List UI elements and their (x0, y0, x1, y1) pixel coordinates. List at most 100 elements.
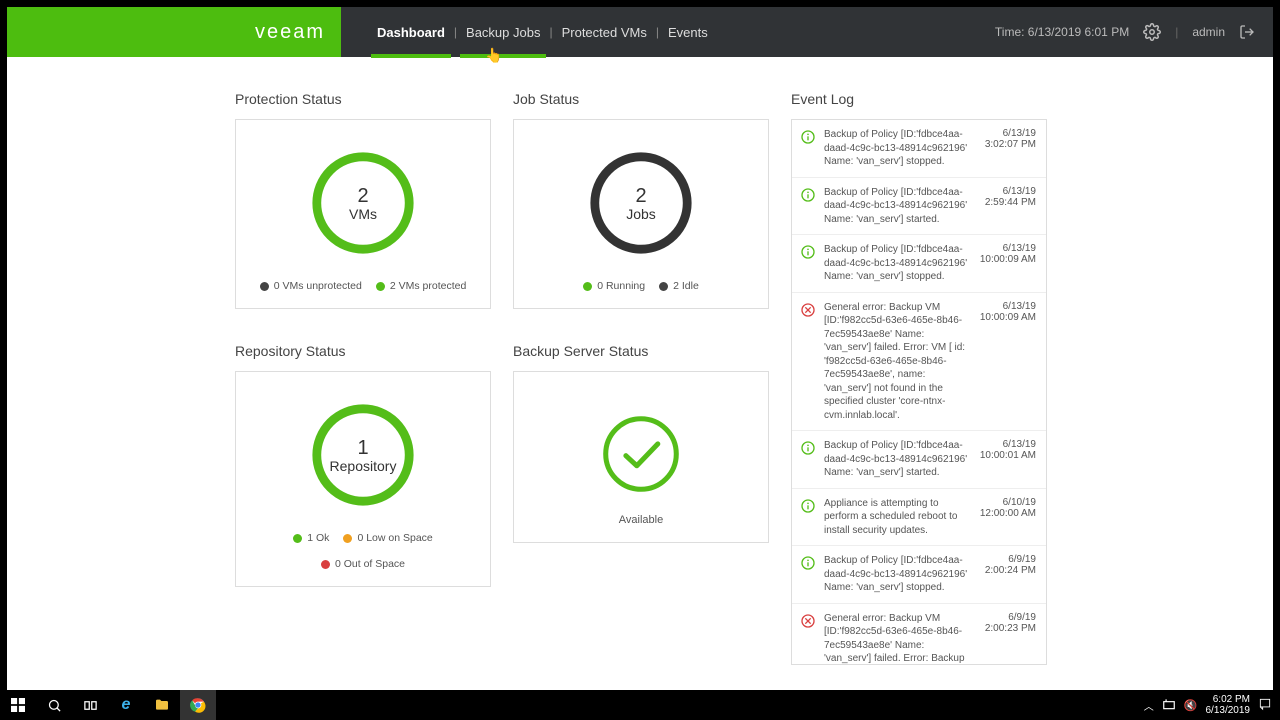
nav-separator: | (451, 25, 460, 39)
error-icon (800, 302, 816, 318)
logo-text: veeam (255, 21, 325, 44)
legend-text: 0 VMs unprotected (274, 280, 362, 292)
nav-protected-vms[interactable]: Protected VMs (556, 7, 653, 57)
event-message: Appliance is attempting to perform a sch… (824, 497, 968, 538)
nav-separator: | (653, 25, 662, 39)
protection-status-title: Protection Status (235, 91, 491, 107)
event-timestamp: 6/13/1910:00:09 AM (976, 301, 1036, 423)
info-icon (800, 498, 816, 514)
event-message: Backup of Policy [ID:'fdbce4aa-daad-4c9c… (824, 243, 968, 284)
tray-volume-icon[interactable]: 🔇 (1184, 699, 1198, 712)
topbar-separator: | (1175, 25, 1178, 39)
repository-status-count: 1 (357, 437, 368, 460)
legend-item: 0 VMs unprotected (260, 280, 362, 292)
protection-status-donut: 2 VMs (308, 148, 418, 258)
protection-status-card[interactable]: 2 VMs 0 VMs unprotected 2 VMs protected (235, 119, 491, 309)
job-status-title: Job Status (513, 91, 769, 107)
legend-item: 0 Low on Space (343, 532, 432, 544)
user-name[interactable]: admin (1192, 25, 1225, 39)
info-icon (800, 129, 816, 145)
event-message: Backup of Policy [ID:'fdbce4aa-daad-4c9c… (824, 186, 968, 227)
legend-dot-icon (293, 534, 302, 543)
job-status-count: 2 (635, 185, 646, 208)
legend-item: 2 VMs protected (376, 280, 466, 292)
nav-separator: | (546, 25, 555, 39)
topbar-right: Time: 6/13/2019 6:01 PM | admin (995, 23, 1273, 41)
nav-backup-jobs[interactable]: Backup Jobs (460, 7, 546, 57)
logout-icon[interactable] (1239, 24, 1255, 40)
tray-clock[interactable]: 6:02 PM 6/13/2019 (1206, 694, 1251, 716)
legend-dot-icon (376, 282, 385, 291)
event-timestamp: 6/13/192:59:44 PM (976, 186, 1036, 227)
search-icon[interactable] (36, 690, 72, 720)
tray-notifications-icon[interactable] (1258, 697, 1272, 714)
job-status-legend: 0 Running 2 Idle (583, 280, 699, 292)
job-status-label: Jobs (626, 206, 656, 222)
start-button[interactable] (0, 690, 36, 720)
task-view-icon[interactable] (72, 690, 108, 720)
main-nav: Dashboard | Backup Jobs | Protected VMs … (341, 7, 714, 57)
legend-text: 0 Out of Space (335, 558, 405, 570)
event-timestamp: 6/9/192:00:23 PM (976, 612, 1036, 666)
nav-dashboard[interactable]: Dashboard (371, 7, 451, 57)
event-message: Backup of Policy [ID:'fdbce4aa-daad-4c9c… (824, 554, 968, 595)
info-icon (800, 187, 816, 203)
nav-events[interactable]: Events (662, 7, 714, 57)
event-log-item[interactable]: General error: Backup VM [ID:'f982cc5d-6… (792, 293, 1046, 432)
protection-status-label: VMs (349, 206, 377, 222)
event-log-item[interactable]: Backup of Policy [ID:'fdbce4aa-daad-4c9c… (792, 546, 1046, 604)
protection-status-count: 2 (357, 185, 368, 208)
windows-taskbar: e ︿ 🔇 6:02 PM 6/13/2019 (0, 690, 1280, 720)
check-icon (599, 412, 683, 496)
file-explorer-icon[interactable] (144, 690, 180, 720)
chrome-icon[interactable] (180, 690, 216, 720)
event-log-item[interactable]: Backup of Policy [ID:'fdbce4aa-daad-4c9c… (792, 431, 1046, 489)
legend-item: 0 Running (583, 280, 645, 292)
legend-text: 0 Low on Space (357, 532, 432, 544)
gear-icon[interactable] (1143, 23, 1161, 41)
event-log-item[interactable]: Backup of Policy [ID:'fdbce4aa-daad-4c9c… (792, 235, 1046, 293)
info-icon (800, 244, 816, 260)
event-log-title: Event Log (791, 91, 1047, 107)
legend-item: 0 Out of Space (321, 558, 405, 570)
backup-server-status-card[interactable]: Available (513, 371, 769, 543)
event-log-item[interactable]: Appliance is attempting to perform a sch… (792, 489, 1046, 547)
legend-dot-icon (343, 534, 352, 543)
repository-status-label: Repository (330, 458, 397, 474)
event-timestamp: 6/10/1912:00:00 AM (976, 497, 1036, 538)
column-middle: Job Status 2 Jobs 0 Running2 Idle Backup… (513, 91, 769, 690)
event-log-item[interactable]: General error: Backup VM [ID:'f982cc5d-6… (792, 604, 1046, 666)
event-timestamp: 6/13/193:02:07 PM (976, 128, 1036, 169)
repository-status-legend: 1 Ok 0 Low on Space 0 Out of Space (248, 532, 478, 570)
legend-text: 2 Idle (673, 280, 699, 292)
event-log-item[interactable]: Backup of Policy [ID:'fdbce4aa-daad-4c9c… (792, 120, 1046, 178)
tray-network-icon[interactable] (1162, 697, 1176, 714)
job-status-donut: 2 Jobs (586, 148, 696, 258)
info-icon (800, 555, 816, 571)
topbar: veeam Dashboard | Backup Jobs | Protecte… (7, 7, 1273, 57)
repository-status-card[interactable]: 1 Repository 1 Ok 0 Low on Space 0 Out of … (235, 371, 491, 587)
event-message: General error: Backup VM [ID:'f982cc5d-6… (824, 301, 968, 423)
legend-dot-icon (583, 282, 592, 291)
legend-text: 0 Running (597, 280, 645, 292)
job-status-card[interactable]: 2 Jobs 0 Running 2 Idle (513, 119, 769, 309)
tray-chevron-icon[interactable]: ︿ (1144, 698, 1154, 713)
info-icon (800, 440, 816, 456)
legend-item: 2 Idle (659, 280, 699, 292)
event-message: Backup of Policy [ID:'fdbce4aa-daad-4c9c… (824, 128, 968, 169)
event-timestamp: 6/13/1910:00:01 AM (976, 439, 1036, 480)
logo-block: veeam (7, 7, 341, 57)
legend-dot-icon (321, 560, 330, 569)
column-right: Event Log Backup of Policy [ID:'fdbce4aa… (791, 91, 1047, 690)
legend-dot-icon (659, 282, 668, 291)
legend-item: 1 Ok (293, 532, 329, 544)
column-left: Protection Status 2 VMs 0 VMs unprotecte… (235, 91, 491, 690)
event-log-list[interactable]: Backup of Policy [ID:'fdbce4aa-daad-4c9c… (791, 119, 1047, 665)
event-message: General error: Backup VM [ID:'f982cc5d-6… (824, 612, 968, 666)
ie-icon[interactable]: e (108, 690, 144, 720)
legend-text: 1 Ok (307, 532, 329, 544)
system-tray: ︿ 🔇 6:02 PM 6/13/2019 (1144, 694, 1280, 716)
error-icon (800, 613, 816, 629)
event-log-item[interactable]: Backup of Policy [ID:'fdbce4aa-daad-4c9c… (792, 178, 1046, 236)
repository-status-donut: 1 Repository (308, 400, 418, 510)
